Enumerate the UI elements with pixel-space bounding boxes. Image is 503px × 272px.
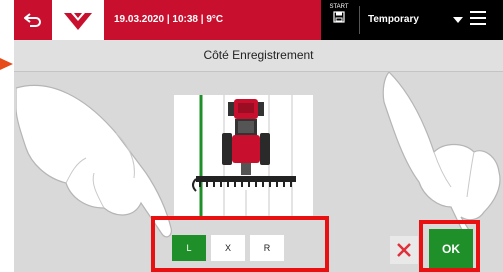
right-hand-illustration — [382, 72, 501, 234]
top-bar: 19.03.2020 | 10:38 | 9°C START Temporary — [14, 0, 503, 40]
side-option-center[interactable]: X — [211, 235, 245, 261]
brand-triangle-logo — [64, 13, 92, 30]
datetime-temperature: 19.03.2020 | 10:38 | 9°C — [114, 14, 224, 25]
brand-logo — [52, 0, 104, 40]
mode-dropdown[interactable]: Temporary — [368, 0, 419, 40]
side-selector: L X R — [172, 235, 318, 261]
hamburger-menu-icon[interactable] — [470, 11, 486, 29]
orange-pointer-arrow — [0, 58, 13, 70]
chevron-down-icon[interactable] — [453, 17, 463, 23]
tractor-implement-illustration — [192, 95, 296, 218]
start-record-button[interactable]: START — [324, 3, 354, 37]
back-arrow-icon — [24, 13, 41, 27]
save-disk-icon — [333, 11, 345, 23]
page-title: Côté Enregistrement — [14, 40, 503, 72]
tablet-screen: 19.03.2020 | 10:38 | 9°C START Temporary… — [14, 0, 503, 272]
close-icon — [397, 243, 411, 257]
side-option-right[interactable]: R — [250, 235, 284, 261]
header-divider — [359, 6, 360, 34]
header-right-panel: START Temporary — [321, 0, 503, 40]
side-option-left[interactable]: L — [172, 235, 206, 261]
start-label: START — [329, 4, 349, 10]
back-button[interactable] — [14, 0, 52, 40]
cancel-button[interactable] — [390, 236, 418, 264]
left-hand-illustration — [16, 84, 172, 238]
recording-side-diagram — [174, 95, 313, 218]
ok-button[interactable]: OK — [429, 229, 473, 269]
